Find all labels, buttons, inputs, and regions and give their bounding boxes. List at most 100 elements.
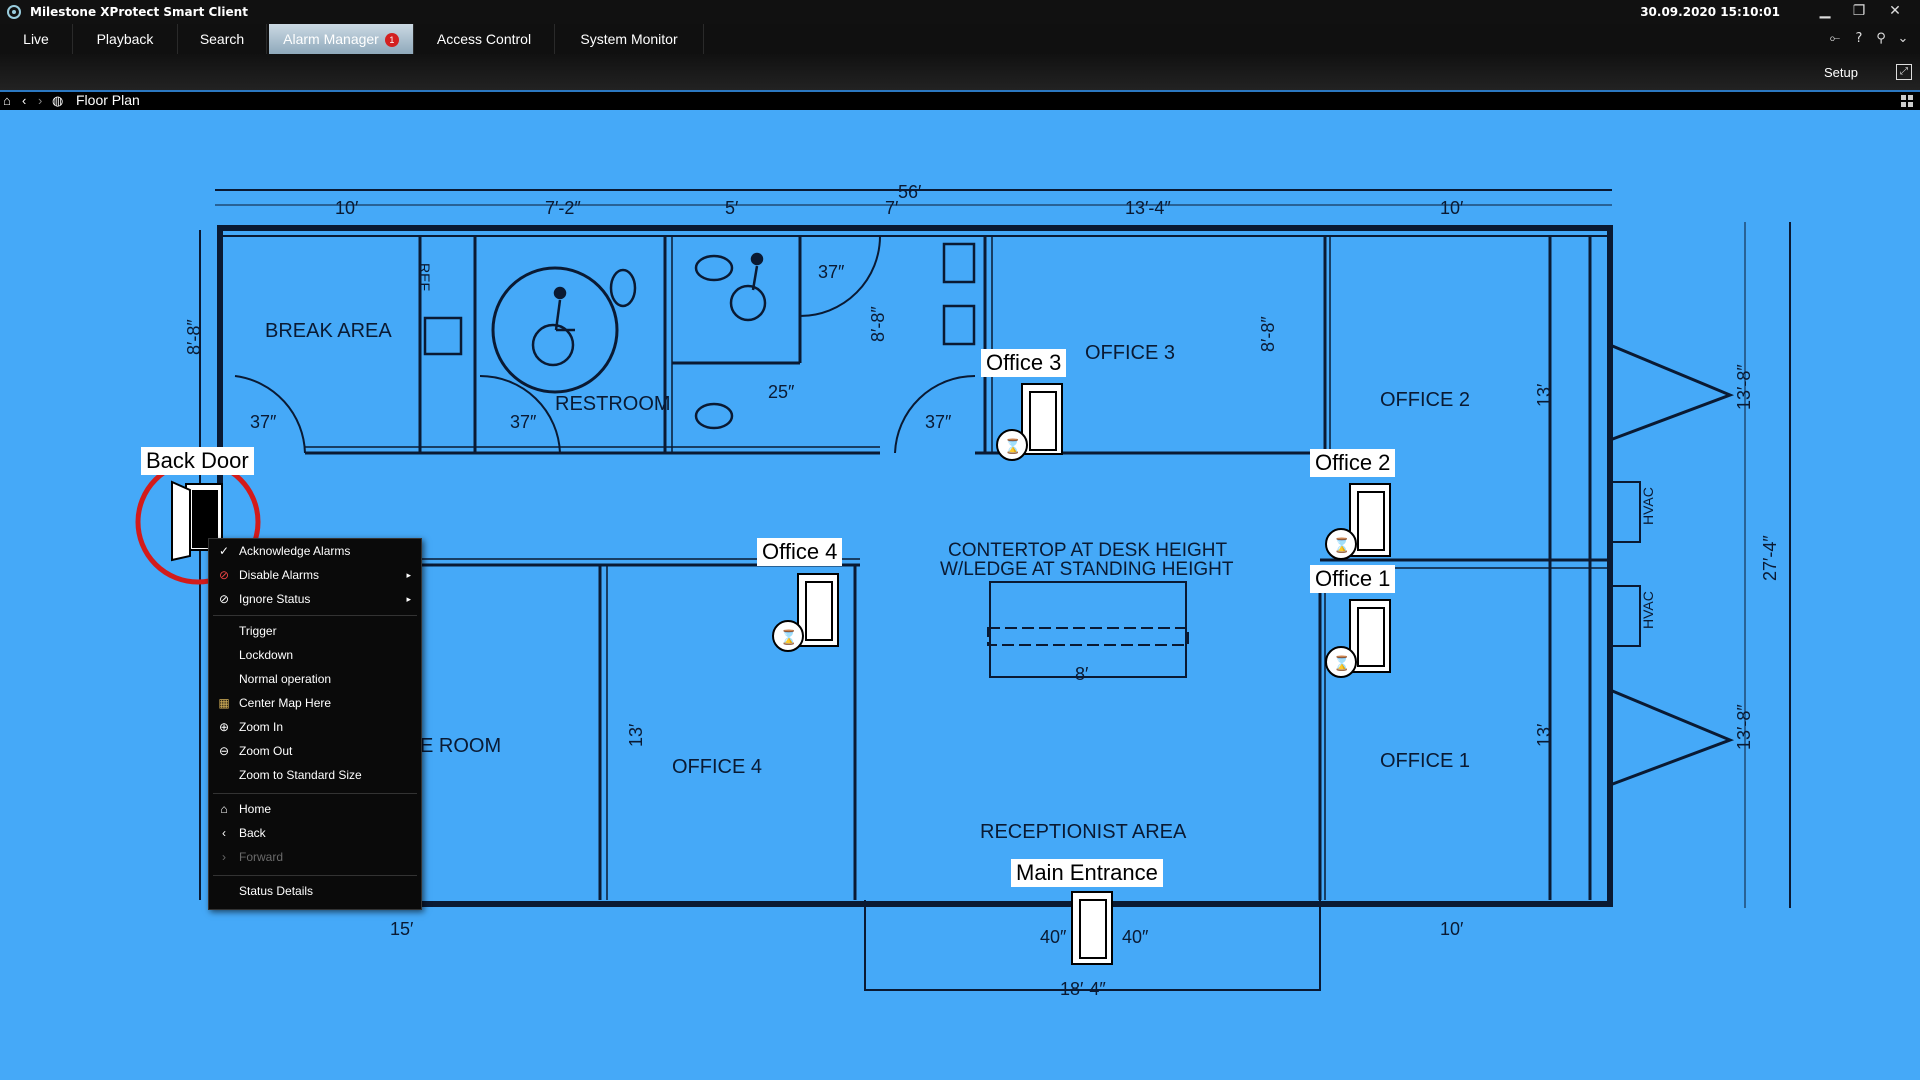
- map-label-main-entrance[interactable]: Main Entrance: [1011, 859, 1163, 887]
- menu-item-acknowledge-alarms[interactable]: ✓ Acknowledge Alarms: [209, 539, 421, 563]
- tab-playback[interactable]: Playback: [73, 24, 178, 54]
- menu-item-label: Zoom Out: [239, 744, 293, 758]
- svg-text:⌛: ⌛: [1333, 537, 1350, 554]
- menu-item-center-map[interactable]: ▦ Center Map Here: [209, 691, 421, 715]
- menu-item-label: Home: [239, 802, 272, 816]
- forward-icon: ›: [222, 850, 226, 864]
- room-label-break-area: BREAK AREA: [265, 320, 392, 342]
- tab-label: Alarm Manager: [283, 31, 379, 47]
- dimension-label: 8′-8″: [184, 319, 204, 355]
- door-icon-office4[interactable]: ⌛: [772, 573, 839, 652]
- pin-icon[interactable]: ⚲: [1872, 30, 1890, 48]
- menu-item-home[interactable]: ⌂ Home: [209, 797, 421, 821]
- clock: 30.09.2020 15:10:01: [1640, 5, 1780, 19]
- menu-item-zoom-in[interactable]: ⊕ Zoom In: [209, 715, 421, 739]
- menu-item-label: Normal operation: [239, 672, 332, 686]
- toilet-icon: [609, 268, 637, 308]
- chevron-down-icon[interactable]: ⌄: [1894, 30, 1912, 48]
- minimize-icon[interactable]: ▁: [1810, 0, 1840, 22]
- ref-label: REF: [417, 263, 433, 291]
- menu-item-lockdown[interactable]: Lockdown: [209, 643, 421, 667]
- alarm-count-badge: 1: [384, 33, 399, 48]
- menu-item-label: Disable Alarms: [239, 568, 320, 582]
- back-icon[interactable]: ‹: [22, 93, 26, 108]
- menu-item-trigger[interactable]: Trigger: [209, 619, 421, 643]
- menu-item-disable-alarms[interactable]: ⊘ Disable Alarms ▸: [209, 563, 421, 587]
- app-title: Milestone XProtect Smart Client: [30, 5, 248, 19]
- svg-text:⌛: ⌛: [1333, 655, 1350, 672]
- room-label-office4: OFFICE 4: [672, 756, 762, 778]
- wheelchair-turn-circle: [491, 266, 619, 394]
- dimension-label: 13′: [1534, 723, 1554, 747]
- dimension-label: 25″: [768, 382, 795, 402]
- menu-item-zoom-out[interactable]: ⊖ Zoom Out: [209, 739, 421, 763]
- room-label-receptionist: RECEPTIONIST AREA: [980, 821, 1187, 843]
- map-label-office4[interactable]: Office 4: [757, 538, 843, 566]
- menu-item-back[interactable]: ‹ Back: [209, 821, 421, 845]
- room-label-office1: OFFICE 1: [1380, 750, 1470, 772]
- help-icon[interactable]: ?: [1850, 30, 1868, 48]
- connection-icon[interactable]: ⟜: [1826, 30, 1844, 48]
- sink-icon: [423, 316, 463, 356]
- menu-item-label: Acknowledge Alarms: [239, 544, 351, 558]
- tab-label: Playback: [96, 31, 154, 47]
- dimension-label: 13′-4″: [1125, 198, 1171, 218]
- restore-icon[interactable]: ❐: [1844, 0, 1874, 22]
- dimension-label: 10′: [335, 198, 359, 218]
- dimension-label: 15′: [390, 919, 414, 939]
- menu-item-normal-operation[interactable]: Normal operation: [209, 667, 421, 691]
- tab-system-monitor[interactable]: System Monitor: [555, 24, 704, 54]
- back-icon: ‹: [222, 826, 226, 840]
- setup-button[interactable]: Setup: [1824, 65, 1858, 80]
- sink-icon: [942, 304, 976, 346]
- map-label-back-door[interactable]: Back Door: [141, 447, 254, 475]
- tab-label: System Monitor: [580, 31, 678, 47]
- countertop-note-1: CONTERTOP AT DESK HEIGHT: [948, 540, 1227, 561]
- ignore-icon: ⊘: [218, 592, 230, 606]
- tab-access-control[interactable]: Access Control: [414, 24, 555, 54]
- menu-item-zoom-standard[interactable]: Zoom to Standard Size: [209, 763, 421, 787]
- tab-live[interactable]: Live: [0, 24, 73, 54]
- map-label-office2[interactable]: Office 2: [1310, 449, 1396, 477]
- menu-item-label: Zoom to Standard Size: [239, 768, 362, 782]
- dimension-label: 10′: [1440, 198, 1464, 218]
- close-icon[interactable]: ✕: [1880, 0, 1910, 22]
- map-label-office1[interactable]: Office 1: [1310, 565, 1396, 593]
- menu-item-label: Lockdown: [239, 648, 294, 662]
- dimension-label: 5′: [725, 198, 739, 218]
- door-icon-office2[interactable]: ⌛: [1325, 483, 1391, 560]
- tab-label: Live: [23, 31, 49, 47]
- tab-alarm-manager[interactable]: Alarm Manager 1: [269, 24, 414, 54]
- zoom-in-icon: ⊕: [218, 720, 230, 734]
- menu-separator: [213, 875, 417, 876]
- menu-item-label: Ignore Status: [239, 592, 311, 606]
- tab-search[interactable]: Search: [178, 24, 267, 54]
- dimension-label: 37″: [510, 412, 537, 432]
- door-icon-office1[interactable]: ⌛: [1325, 599, 1391, 678]
- wheelchair-icon: [729, 252, 767, 322]
- room-label-office2: OFFICE 2: [1380, 389, 1470, 411]
- view-grid-icon[interactable]: [1900, 94, 1914, 108]
- menu-item-status-details[interactable]: Status Details: [209, 879, 421, 903]
- dimension-label: 37″: [250, 412, 277, 432]
- dimension-label: 13′-8″: [1734, 704, 1754, 750]
- toolbar: Setup ⤢: [0, 54, 1920, 92]
- dimension-label: 10′: [1440, 919, 1464, 939]
- room-label-restroom: RESTROOM: [555, 393, 671, 415]
- title-bar: Milestone XProtect Smart Client 30.09.20…: [0, 0, 1920, 24]
- submenu-arrow-icon: ▸: [406, 594, 411, 604]
- map-label-office3[interactable]: Office 3: [981, 349, 1067, 377]
- check-icon: ✓: [218, 544, 230, 558]
- countertop-note-2: W/LEDGE AT STANDING HEIGHT: [940, 559, 1234, 580]
- home-icon[interactable]: ⌂: [3, 93, 11, 108]
- menu-item-label: Status Details: [239, 884, 314, 898]
- svg-text:⌛: ⌛: [780, 629, 797, 646]
- fullscreen-icon[interactable]: ⤢: [1896, 64, 1912, 80]
- door-icon-office3[interactable]: ⌛: [996, 383, 1063, 461]
- menu-item-ignore-status[interactable]: ⊘ Ignore Status ▸: [209, 587, 421, 611]
- alarm-disable-icon: ⊘: [218, 568, 230, 582]
- zoom-out-icon: ⊖: [218, 744, 230, 758]
- door-icon-main-entrance[interactable]: [1071, 891, 1113, 965]
- forward-icon[interactable]: ›: [38, 93, 42, 108]
- breadcrumb: Floor Plan: [76, 92, 140, 108]
